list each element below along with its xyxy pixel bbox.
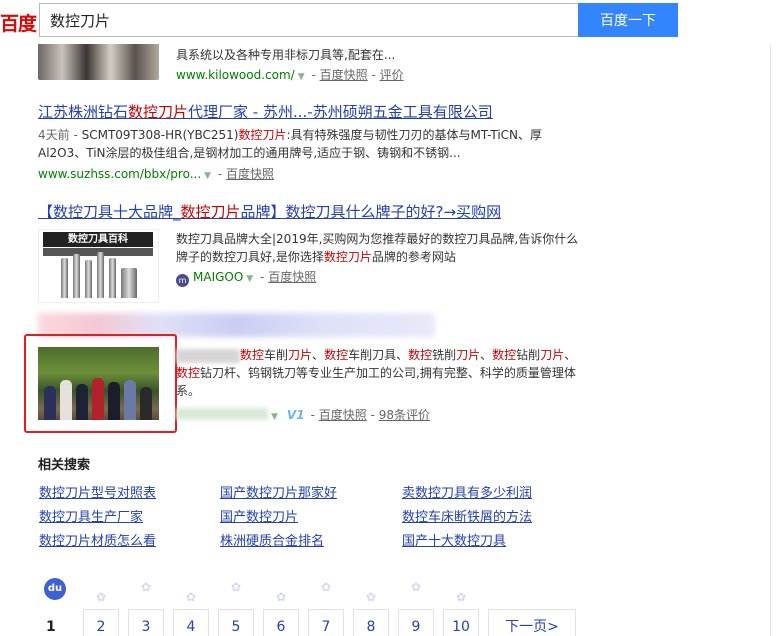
abstract-fragment: 刀片 bbox=[288, 348, 313, 362]
page-scrollbar[interactable] bbox=[770, 44, 777, 636]
tool-image bbox=[121, 268, 137, 298]
page-link[interactable]: 9 bbox=[398, 609, 434, 636]
snapshot-link[interactable]: 百度快照 bbox=[268, 270, 316, 284]
page-link[interactable]: 2 bbox=[83, 609, 119, 636]
review-link[interactable]: 98条评价 bbox=[379, 408, 430, 422]
result-thumbnail[interactable]: 数控刀具百科 bbox=[38, 229, 159, 303]
review-link[interactable]: 评价 bbox=[380, 68, 404, 82]
thumbnail-caption: 数控刀具百科 bbox=[43, 232, 153, 247]
maigoo-icon: m bbox=[176, 274, 189, 287]
abstract-fragment: 车削刀具、 bbox=[348, 348, 409, 362]
tool-image bbox=[85, 260, 92, 298]
paw-icon: ✿ bbox=[455, 590, 467, 604]
related-search-link[interactable]: 国产数控刀片 bbox=[220, 506, 298, 525]
paw-icon: ✿ bbox=[185, 590, 197, 604]
abstract-fragment: 钻刀杆、钨钢铣刀等专业生产加工的公司,拥有完整、科学的质量管理体系。 bbox=[176, 366, 576, 398]
blurred-url[interactable] bbox=[176, 408, 268, 420]
tool-image bbox=[73, 254, 80, 298]
next-page-button[interactable]: 下一页> bbox=[488, 609, 576, 636]
result-thumbnail[interactable] bbox=[38, 44, 159, 80]
result-meta: www.suzhss.com/bbx/pro... ▼ - 百度快照 bbox=[38, 167, 275, 181]
related-search-link[interactable]: 数控刀具生产厂家 bbox=[39, 506, 143, 525]
paw-icon: ✿ bbox=[230, 580, 242, 594]
page-link[interactable]: 7 bbox=[308, 609, 344, 636]
baidu-paw-icon: du bbox=[44, 578, 66, 600]
result-source[interactable]: MAIGOO bbox=[193, 270, 243, 284]
search-button[interactable]: 百度一下 bbox=[578, 3, 678, 37]
search-header: 百度 百度一下 bbox=[0, 0, 777, 44]
page-link[interactable]: 6 bbox=[263, 609, 299, 636]
abstract-fragment: 数控 bbox=[240, 348, 265, 362]
result-abstract: 数控刀具品牌大全|2019年,买购网为您推荐最好的数控刀具品牌,告诉你什么牌子的… bbox=[176, 232, 579, 264]
result-abstract: 数控车削刀片、数控车削刀具、数控铣削刀片、数控钻削刀片、数控钻刀杆、钨钢铣刀等专… bbox=[176, 346, 581, 400]
page-link[interactable]: 5 bbox=[218, 609, 254, 636]
abstract-fragment: 、 bbox=[480, 348, 493, 362]
abstract-fragment: 铣削 bbox=[432, 348, 457, 362]
paw-icon: ✿ bbox=[365, 590, 377, 604]
result-meta: ▼ V1- 百度快照 - 98条评价 bbox=[176, 406, 430, 426]
related-search-link[interactable]: 卖数控刀具有多少利润 bbox=[402, 482, 532, 501]
result-meta: m MAIGOO ▼ - 百度快照 bbox=[176, 268, 316, 288]
tool-image bbox=[97, 252, 104, 298]
result-abstract: 具系统以及各种专用非标刀具等,配套在... bbox=[176, 48, 396, 62]
result-url[interactable]: www.kilowood.com/ bbox=[176, 68, 295, 82]
paw-icon: ✿ bbox=[410, 580, 422, 594]
tool-image bbox=[109, 258, 116, 298]
page-link[interactable]: 8 bbox=[353, 609, 389, 636]
dropdown-triangle-icon[interactable]: ▼ bbox=[298, 72, 305, 82]
page-link[interactable]: 4 bbox=[173, 609, 209, 636]
paw-icon: ✿ bbox=[320, 580, 332, 594]
dropdown-triangle-icon[interactable]: ▼ bbox=[204, 171, 211, 181]
abstract-fragment: 数控 bbox=[492, 348, 517, 362]
v1-badge-icon[interactable]: V1 bbox=[287, 408, 305, 422]
snapshot-link[interactable]: 百度快照 bbox=[320, 68, 368, 82]
tool-image bbox=[61, 258, 68, 298]
abstract-fragment: 车削 bbox=[264, 348, 289, 362]
abstract-fragment: 、 bbox=[312, 348, 325, 362]
baidu-logo[interactable]: 百度 bbox=[0, 9, 37, 36]
snapshot-link[interactable]: 百度快照 bbox=[319, 408, 367, 422]
abstract-fragment: 数控 bbox=[408, 348, 433, 362]
snapshot-link[interactable]: 百度快照 bbox=[226, 167, 274, 181]
paw-icon: ✿ bbox=[275, 590, 287, 604]
related-search-link[interactable]: 数控刀片材质怎么看 bbox=[39, 530, 156, 549]
page-link[interactable]: 3 bbox=[128, 609, 164, 636]
abstract-fragment: 、 bbox=[564, 348, 577, 362]
related-searches-title: 相关搜索 bbox=[38, 458, 91, 473]
result-title-suzhou[interactable]: 江苏株洲钻石数控刀片代理厂家 - 苏州...-苏州硕朔五金工具有限公司 bbox=[38, 101, 493, 122]
search-input[interactable] bbox=[39, 3, 579, 37]
page-link[interactable]: 10 bbox=[443, 609, 479, 636]
related-search-link[interactable]: 数控车床断铁屑的方法 bbox=[402, 506, 532, 525]
abstract-fragment: 数控 bbox=[324, 348, 349, 362]
result-url[interactable]: www.suzhss.com/bbx/pro... bbox=[38, 167, 201, 181]
paw-icon: ✿ bbox=[140, 580, 152, 594]
abstract-fragment: 刀片 bbox=[540, 348, 565, 362]
related-search-link[interactable]: 国产十大数控刀具 bbox=[402, 530, 506, 549]
dropdown-triangle-icon[interactable]: ▼ bbox=[246, 274, 253, 284]
paw-icon: ✿ bbox=[95, 590, 107, 604]
result-meta: www.kilowood.com/▼ - 百度快照 - 评价 bbox=[176, 68, 404, 82]
result-abstract: 4天前 - SCMT09T308-HR(YBC251)数控刀片:具有特殊强度与韧… bbox=[38, 128, 543, 160]
highlight-annotation-box bbox=[24, 334, 177, 433]
dropdown-triangle-icon[interactable]: ▼ bbox=[271, 412, 278, 422]
result-title-maigoo[interactable]: 【数控刀具十大品牌_数控刀片品牌】数控刀具什么牌子的好?→买购网 bbox=[38, 201, 501, 222]
abstract-fragment: 数控 bbox=[176, 366, 201, 380]
abstract-fragment: 钻削 bbox=[516, 348, 541, 362]
related-search-link[interactable]: 数控刀片型号对照表 bbox=[39, 482, 156, 501]
related-search-link[interactable]: 株洲硬质合金排名 bbox=[220, 530, 324, 549]
abstract-fragment: 刀片 bbox=[456, 348, 481, 362]
page-current: 1 bbox=[46, 619, 56, 635]
related-search-link[interactable]: 国产数控刀片那家好 bbox=[220, 482, 337, 501]
